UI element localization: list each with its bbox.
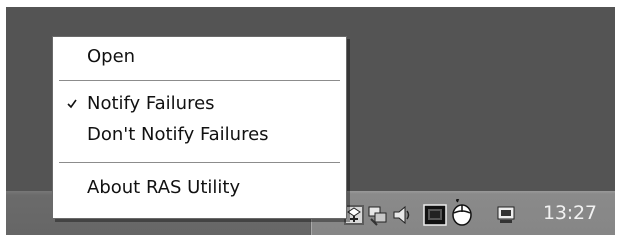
system-tray: 13:27 [310, 191, 615, 235]
menu-item-label: Notify Failures [87, 93, 215, 114]
menu-item-label: About RAS Utility [87, 177, 241, 198]
clock[interactable]: 13:27 [543, 202, 597, 224]
menu-item-about-ras-utility[interactable]: About RAS Utility [53, 174, 346, 202]
menu-item-notify-failures[interactable]: Notify Failures [53, 90, 346, 118]
menu-separator [59, 80, 340, 82]
menu-item-label: Don't Notify Failures [87, 124, 269, 145]
computer-icon[interactable] [495, 204, 517, 226]
desktop-screen: 13:27 Open Notify Failures Don't Notify … [6, 7, 615, 235]
menu-separator [59, 162, 340, 164]
menu-item-label: Open [87, 46, 136, 67]
connection-icon[interactable] [367, 204, 389, 226]
monitor-icon[interactable] [423, 204, 447, 226]
speaker-icon[interactable] [391, 204, 413, 226]
mouse-icon[interactable] [451, 198, 473, 226]
context-menu: Open Notify Failures Don't Notify Failur… [52, 36, 347, 219]
menu-item-dont-notify-failures[interactable]: Don't Notify Failures [53, 121, 346, 149]
checkmark-icon [67, 99, 77, 109]
menu-item-open[interactable]: Open [53, 43, 346, 71]
